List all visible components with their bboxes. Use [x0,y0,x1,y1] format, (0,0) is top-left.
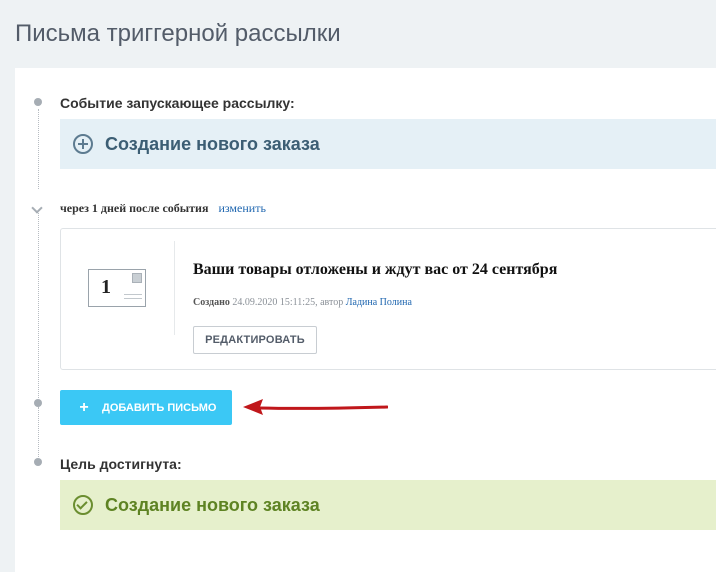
edit-button[interactable]: РЕДАКТИРОВАТЬ [193,326,317,354]
letter-card: 1 Ваши товары отложены и ждут вас от 24 … [60,228,716,370]
envelope-line [124,294,142,295]
goal-event-title: Создание нового заказа [105,494,320,515]
timeline-line [38,109,39,189]
plus-icon: + [79,398,89,416]
goal-event-box[interactable]: Создание нового заказа [60,480,716,530]
author-link[interactable]: Ладина Полина [346,297,412,308]
letter-title[interactable]: Ваши товары отложены и ждут вас от 24 се… [193,261,557,279]
add-letter-button[interactable]: + ДОБАВИТЬ ПИСЬМО [60,390,232,425]
check-circle-icon [73,495,93,515]
stamp-icon [132,273,142,283]
trigger-event-box[interactable]: Создание нового заказа [60,119,716,169]
add-letter-label: ДОБАВИТЬ ПИСЬМО [102,401,217,414]
trigger-event-title: Создание нового заказа [105,133,320,154]
delay-row: через 1 дней после события изменить [60,201,266,216]
trigger-label: Событие запускающее рассылку: [60,95,295,111]
change-delay-link[interactable]: изменить [218,201,265,215]
page-title: Письма триггерной рассылки [15,20,341,47]
timeline-line [38,407,39,457]
divider [174,241,175,335]
chevron-down-icon[interactable] [31,202,43,214]
letter-number: 1 [101,276,111,298]
plus-circle-icon [73,134,93,154]
arrow-annotation [243,399,388,415]
timeline-dot [34,98,42,106]
envelope-icon: 1 [88,269,146,307]
created-at: 24.09.2020 15:11:25, автор [232,297,344,308]
timeline-line [38,213,39,398]
trigger-panel: Событие запускающее рассылку: Создание н… [15,68,716,572]
goal-label: Цель достигнута: [60,456,182,472]
envelope-line [124,298,142,299]
created-label: Создано [193,297,230,308]
delay-text: через 1 дней после события [60,201,209,215]
letter-meta: Создано 24.09.2020 15:11:25, автор Ладин… [193,297,412,308]
timeline-dot [34,399,42,407]
timeline-dot [34,458,42,466]
